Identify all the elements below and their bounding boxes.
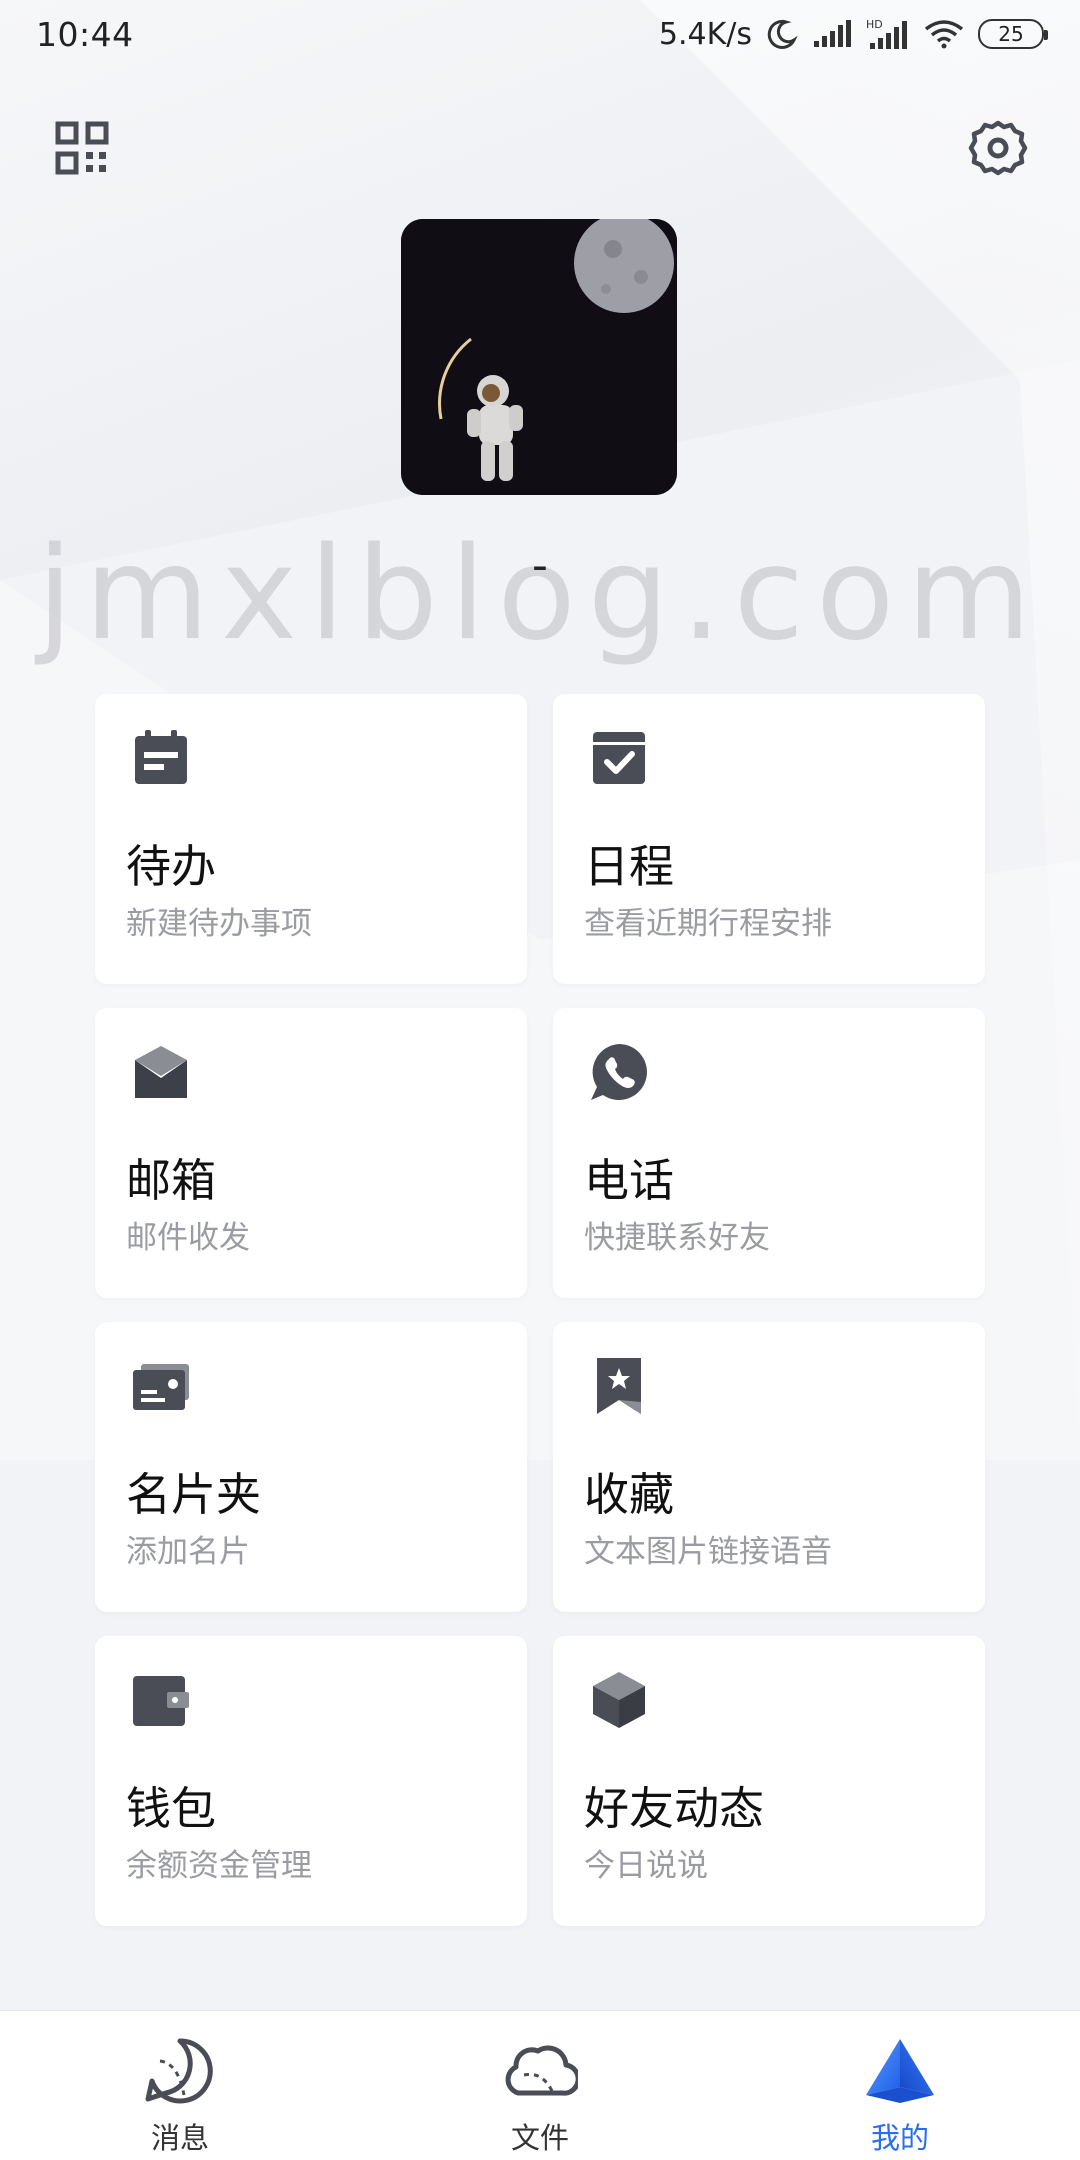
card-schedule[interactable]: 日程 查看近期行程安排 [553, 694, 985, 984]
battery-level: 25 [998, 22, 1024, 46]
business-card-icon [133, 1364, 189, 1410]
nav-label: 消息 [150, 2121, 209, 2155]
gear-icon[interactable] [968, 118, 1028, 178]
nav-item-files[interactable]: 文件 [360, 2011, 720, 2160]
cube-icon [593, 1672, 645, 1728]
card-wallet[interactable]: 钱包 余额资金管理 [95, 1636, 527, 1926]
username[interactable]: - [0, 540, 1080, 600]
todo-calendar-icon [135, 730, 187, 784]
card-subtitle: 新建待办事项 [126, 906, 312, 942]
cloud-icon [505, 2045, 578, 2096]
status-indicators: 5.4K/s HD 25 [658, 16, 1048, 52]
status-time: 10:44 [36, 14, 134, 54]
card-subtitle: 文本图片链接语音 [584, 1534, 832, 1570]
card-title: 邮箱 [126, 1154, 217, 1207]
card-title: 好友动态 [584, 1782, 765, 1835]
card-business-cards[interactable]: 名片夹 添加名片 [95, 1322, 527, 1612]
card-subtitle: 今日说说 [584, 1848, 708, 1884]
feature-grid: 待办 新建待办事项 日程 查看近期行程安排 邮箱 邮件收发 电话 快捷联系好友 [95, 694, 985, 1926]
card-title: 收藏 [584, 1468, 675, 1521]
card-title: 日程 [584, 840, 675, 893]
card-subtitle: 查看近期行程安排 [584, 906, 832, 942]
status-bar: 10:44 5.4K/s HD 25 [0, 0, 1080, 68]
card-title: 钱包 [126, 1782, 217, 1835]
card-subtitle: 余额资金管理 [126, 1848, 312, 1884]
mine-triangle-icon [866, 2039, 934, 2103]
card-title: 电话 [584, 1154, 675, 1207]
nav-label: 文件 [510, 2121, 569, 2155]
hd-signal-icon: HD [866, 18, 907, 49]
nav-item-mine[interactable]: 我的 [720, 2011, 1080, 2160]
signal-icon [814, 20, 851, 47]
card-mail[interactable]: 邮箱 邮件收发 [95, 1008, 527, 1298]
wallet-icon [133, 1676, 189, 1726]
card-phone[interactable]: 电话 快捷联系好友 [553, 1008, 985, 1298]
svg-text:HD: HD [866, 18, 883, 31]
card-favorites[interactable]: 收藏 文本图片链接语音 [553, 1322, 985, 1612]
card-todo[interactable]: 待办 新建待办事项 [95, 694, 527, 984]
message-bubble-icon [145, 2038, 213, 2104]
network-speed: 5.4K/s [658, 16, 752, 52]
card-friend-feed[interactable]: 好友动态 今日说说 [553, 1636, 985, 1926]
wifi-icon [924, 20, 964, 49]
nav-label: 我的 [870, 2121, 929, 2155]
bottom-nav: 消息 文件 我的 [0, 2010, 1080, 2160]
bookmark-star-icon [597, 1358, 641, 1414]
avatar[interactable] [401, 219, 677, 495]
moon-icon [767, 19, 798, 49]
card-subtitle: 邮件收发 [126, 1220, 250, 1256]
battery-icon: 25 [978, 19, 1048, 49]
card-title: 待办 [126, 840, 217, 893]
mail-icon [135, 1046, 187, 1098]
nav-item-messages[interactable]: 消息 [0, 2011, 360, 2160]
calendar-check-icon [593, 732, 645, 784]
card-subtitle: 添加名片 [126, 1534, 250, 1570]
card-title: 名片夹 [126, 1468, 262, 1521]
qr-code-icon[interactable] [52, 118, 112, 178]
phone-icon [591, 1044, 647, 1100]
card-subtitle: 快捷联系好友 [584, 1220, 770, 1256]
